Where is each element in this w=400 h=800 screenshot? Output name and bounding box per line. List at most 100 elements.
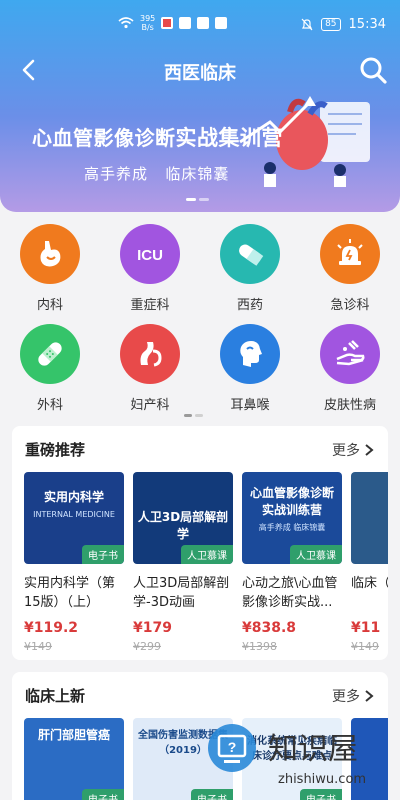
help-monitor-icon: ? bbox=[208, 724, 256, 772]
mute-bell-icon bbox=[301, 18, 313, 31]
category-dermatology[interactable]: 皮肤性病 bbox=[300, 324, 400, 413]
page-title: 西医临床 bbox=[164, 63, 236, 84]
pagination-dot bbox=[199, 198, 209, 201]
banner-pagination bbox=[186, 198, 209, 201]
category-obstetrics[interactable]: 妇产科 bbox=[100, 324, 200, 413]
cover-title: 肝门部胆管癌 bbox=[37, 728, 110, 742]
book-type-tag: 电子书 bbox=[82, 789, 124, 800]
category-label: 外科 bbox=[36, 398, 63, 413]
new-book-item[interactable]: 肝门部胆管癌 电子书 bbox=[24, 718, 124, 800]
cover-title: 实用内科学 bbox=[43, 490, 104, 504]
category-icon-bg bbox=[220, 324, 280, 384]
pagination-dot-active bbox=[184, 414, 192, 417]
svg-text:?: ? bbox=[228, 739, 237, 755]
banner-title-highlight: 实战集训营 bbox=[175, 126, 283, 150]
ear-nose-icon bbox=[240, 341, 262, 367]
category-icon-bg bbox=[320, 224, 380, 284]
book-item[interactable]: 心血管影像诊断实战训练营 高手养成 临床锦囊 人卫慕课 心动之旅\心血管影像诊断… bbox=[242, 472, 344, 653]
nav-bar: 西医临床 bbox=[0, 50, 400, 90]
category-pagination bbox=[184, 414, 203, 417]
category-internal-medicine[interactable]: 内科 bbox=[0, 224, 100, 313]
category-icon-bg bbox=[120, 324, 180, 384]
book-price: ¥838.8 bbox=[242, 620, 297, 636]
book-original-price: ¥149 bbox=[351, 640, 379, 653]
book-cover: 实用内科学 INTERNAL MEDICINE 电子书 bbox=[24, 472, 124, 564]
category-western-medicine[interactable]: 西药 bbox=[200, 224, 300, 313]
category-label: 急诊科 bbox=[330, 298, 370, 313]
search-icon[interactable] bbox=[358, 55, 388, 85]
watermark-brand: 知识屋 bbox=[268, 732, 358, 767]
uterus-icon bbox=[140, 342, 162, 367]
cover-subtitle: 高手养成 临床锦囊 bbox=[258, 523, 326, 532]
recommended-section: 重磅推荐 更多 实用内科学 INTERNAL MEDICINE 电子书 实用内科… bbox=[12, 426, 388, 660]
cover-title: 心血管影像诊断实战训练营 bbox=[249, 486, 334, 517]
svg-text:ICU: ICU bbox=[137, 247, 163, 264]
more-link[interactable]: 更多 bbox=[332, 686, 374, 706]
book-item[interactable]: 人卫3D局部解剖学 人卫慕课 人卫3D局部解剖学-3D动画 ¥179 ¥299 bbox=[133, 472, 235, 653]
chevron-right-icon bbox=[365, 444, 374, 456]
book-original-price: ¥299 bbox=[133, 640, 161, 653]
category-label: 重症科 bbox=[130, 298, 170, 313]
network-speed-unit: B/s bbox=[141, 23, 154, 32]
book-title: 心动之旅\心血管影像诊断实战... bbox=[242, 576, 338, 610]
section-header: 临床上新 更多 bbox=[12, 672, 388, 718]
category-ent[interactable]: 耳鼻喉 bbox=[200, 324, 300, 413]
banner-subtitle-b: 临床锦囊 bbox=[165, 165, 230, 183]
book-price: ¥179 bbox=[133, 620, 172, 636]
book-item[interactable]: 实用内科学 INTERNAL MEDICINE 电子书 实用内科学（第15版）（… bbox=[24, 472, 126, 653]
book-original-price: ¥1398 bbox=[242, 640, 277, 653]
book-title: 临床（富 bbox=[351, 576, 388, 591]
banner-title[interactable]: 心血管影像诊断实战集训营 bbox=[32, 122, 283, 152]
stomach-icon bbox=[40, 241, 61, 267]
network-speed: 395 B/s bbox=[140, 14, 155, 32]
wifi-icon bbox=[118, 17, 134, 29]
more-link[interactable]: 更多 bbox=[332, 440, 374, 460]
category-surgery[interactable]: 外科 bbox=[0, 324, 100, 413]
header-banner: 395 B/s 85 15:34 西医临床 心血管影像诊断实战集训营 高手养成 … bbox=[0, 0, 400, 212]
book-original-price: ¥149 bbox=[24, 640, 52, 653]
book-item[interactable]: 临床（富 ¥11 ¥149 bbox=[351, 472, 388, 653]
category-icu[interactable]: ICU 重症科 bbox=[100, 224, 200, 313]
icu-icon: ICU bbox=[137, 247, 163, 264]
book-cover bbox=[351, 472, 388, 564]
pagination-dot bbox=[195, 414, 203, 417]
status-icons-left: 395 B/s bbox=[118, 14, 228, 32]
book-price: ¥11 bbox=[351, 620, 381, 636]
book-cover: 心血管影像诊断实战训练营 高手养成 临床锦囊 人卫慕课 bbox=[242, 472, 342, 564]
banner-subtitle-a: 高手养成 bbox=[84, 165, 149, 183]
status-icons-right: 85 15:34 bbox=[301, 17, 386, 32]
book-price: ¥119.2 bbox=[24, 620, 79, 636]
bandage-icon bbox=[38, 342, 62, 366]
status-bar: 395 B/s 85 15:34 bbox=[0, 0, 400, 42]
book-title: 实用内科学（第15版）（上） bbox=[24, 576, 116, 610]
book-type-tag: 人卫慕课 bbox=[181, 545, 233, 564]
category-label: 皮肤性病 bbox=[323, 398, 376, 413]
pagination-dot-active bbox=[186, 198, 196, 201]
cover-subtitle: INTERNAL MEDICINE bbox=[33, 510, 115, 519]
book-cover: 人卫3D局部解剖学 人卫慕课 bbox=[133, 472, 233, 564]
book-carousel: 实用内科学 INTERNAL MEDICINE 电子书 实用内科学（第15版）（… bbox=[24, 472, 388, 660]
pill-icon bbox=[239, 244, 264, 266]
watermark: ? 知识屋 zhishiwu.com bbox=[206, 718, 400, 800]
watermark-url: zhishiwu.com bbox=[278, 772, 367, 787]
battery-indicator: 85 bbox=[321, 18, 341, 31]
notification-app-icon bbox=[179, 17, 192, 29]
network-speed-value: 395 bbox=[140, 14, 156, 23]
banner-subtitle: 高手养成 临床锦囊 bbox=[84, 163, 229, 184]
category-grid: 内科 ICU 重症科 西药 急诊科 外科 妇产科 耳鼻喉 皮肤性病 bbox=[0, 218, 400, 418]
section-header: 重磅推荐 更多 bbox=[12, 426, 388, 472]
skin-hand-icon bbox=[336, 340, 365, 366]
category-label: 妇产科 bbox=[130, 398, 170, 413]
section-title: 临床上新 bbox=[25, 687, 86, 705]
book-type-tag: 电子书 bbox=[82, 545, 124, 564]
category-emergency[interactable]: 急诊科 bbox=[300, 224, 400, 313]
banner-title-main: 心血管影像诊断 bbox=[32, 126, 176, 150]
more-label: 更多 bbox=[332, 443, 360, 459]
siren-icon bbox=[337, 239, 363, 265]
notification-app-icon bbox=[215, 17, 228, 29]
category-icon-bg bbox=[320, 324, 380, 384]
book-type-tag: 人卫慕课 bbox=[290, 545, 342, 564]
category-icon-bg bbox=[20, 324, 80, 384]
section-title: 重磅推荐 bbox=[25, 441, 86, 459]
category-icon-bg bbox=[220, 224, 280, 284]
